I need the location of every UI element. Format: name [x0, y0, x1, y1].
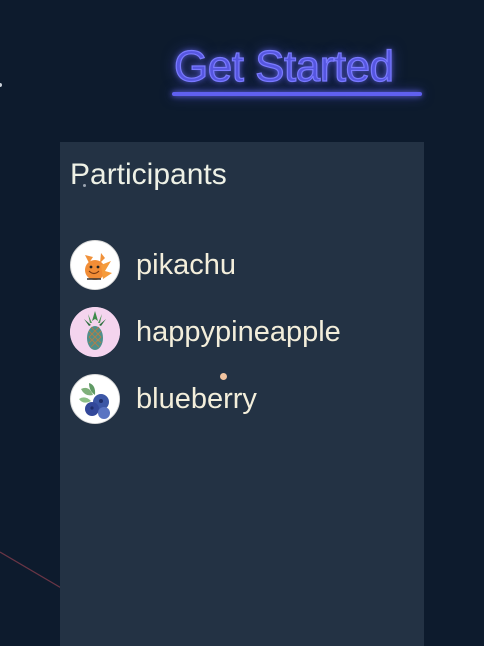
decorative-dot — [220, 373, 227, 380]
blueberry-avatar-icon — [70, 374, 120, 424]
participant-item-happypineapple[interactable]: happypineapple — [70, 307, 341, 357]
pineapple-avatar-icon — [70, 307, 120, 357]
participant-name: blueberry — [136, 382, 257, 415]
pikachu-avatar-icon — [70, 240, 120, 290]
decorative-dot — [83, 184, 86, 187]
participant-name: happypineapple — [136, 315, 341, 348]
get-started-underline — [172, 92, 422, 96]
participants-title: Participants — [70, 158, 227, 191]
participant-name: pikachu — [136, 248, 236, 281]
participants-list: pikachu happypineapple blueberry — [70, 240, 341, 441]
participants-panel: Participants pikachu happypineapple blue… — [60, 142, 424, 646]
get-started-button[interactable]: Get Started — [172, 38, 422, 100]
participant-item-pikachu[interactable]: pikachu — [70, 240, 341, 290]
get-started-label: Get Started — [173, 41, 394, 91]
participant-item-blueberry[interactable]: blueberry — [70, 374, 341, 424]
